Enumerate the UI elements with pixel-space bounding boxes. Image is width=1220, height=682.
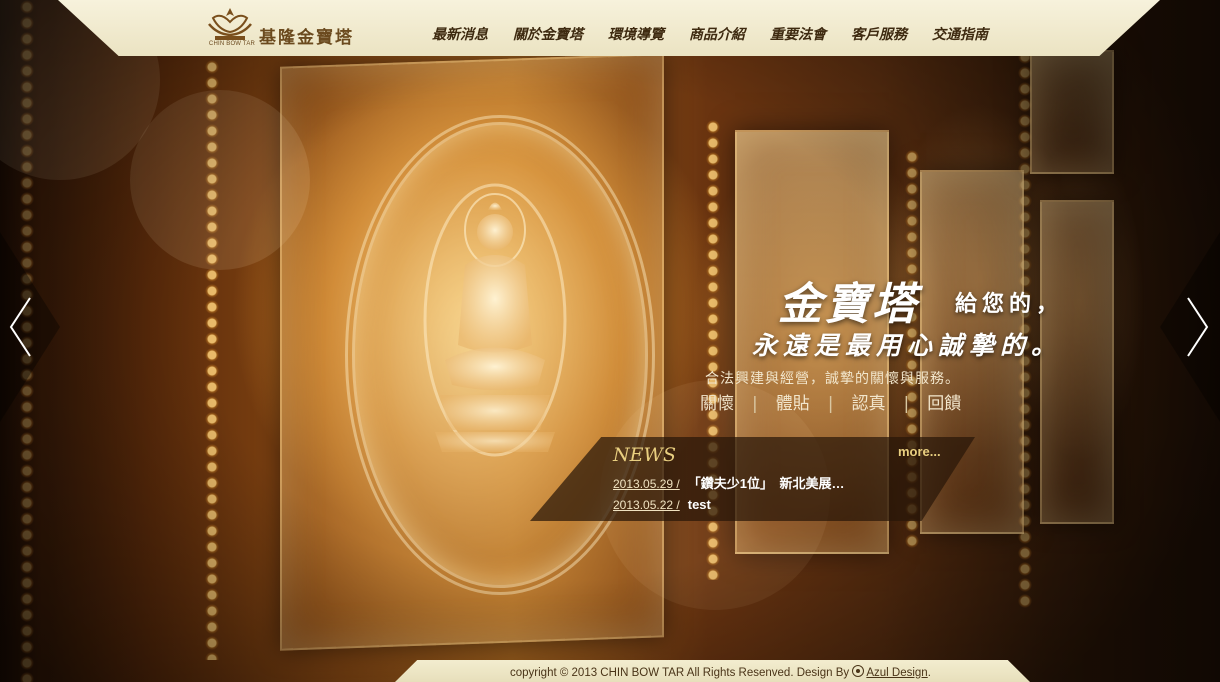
nav-item-news[interactable]: 最新消息 bbox=[432, 24, 488, 44]
nav-item-traffic[interactable]: 交通指南 bbox=[932, 24, 988, 44]
nav-item-about[interactable]: 關於金寶塔 bbox=[513, 24, 583, 44]
designer-link[interactable]: Azul Design bbox=[866, 667, 927, 679]
buddha-figure-icon bbox=[423, 183, 567, 457]
separator: | bbox=[903, 394, 910, 414]
hero-stage: CHIN BOW TAR 基隆金寶塔 最新消息 關於金寶塔 環境導覽 商品介紹 … bbox=[0, 0, 1220, 682]
news-title: NEWS bbox=[613, 444, 677, 466]
bokeh-light bbox=[130, 90, 310, 270]
hero-description: 合法興建與經營，誠摯的關懷與服務。 bbox=[705, 371, 960, 387]
nav-item-tour[interactable]: 環境導覽 bbox=[608, 24, 664, 44]
site-logo[interactable]: CHIN BOW TAR 基隆金寶塔 bbox=[207, 4, 357, 48]
separator: | bbox=[827, 394, 834, 414]
separator: | bbox=[752, 394, 758, 414]
niche-panel bbox=[1030, 50, 1114, 174]
nav-item-service[interactable]: 客戶服務 bbox=[851, 24, 907, 44]
logo-text: 基隆金寶塔 bbox=[259, 28, 354, 48]
news-link[interactable]: test bbox=[688, 497, 711, 512]
nav-item-products[interactable]: 商品介紹 bbox=[689, 24, 745, 44]
value-consideration: 體貼 bbox=[775, 394, 810, 414]
hero-title: 金寶塔 bbox=[778, 279, 919, 330]
news-link[interactable]: 「鑽夫少1位」 新北美展… bbox=[688, 476, 845, 491]
hero-tagline: 永遠是最用心誠摯的。 bbox=[752, 331, 1063, 360]
value-giving-back: 回饋 bbox=[927, 394, 962, 414]
news-item: 2013.05.29 / 「鑽夫少1位」 新北美展… bbox=[613, 473, 844, 492]
news-date: 2013.05.22 / bbox=[613, 498, 680, 512]
news-date: 2013.05.29 / bbox=[613, 477, 680, 491]
hero-values: 關懷 | 體貼 | 認真 | 回饋 bbox=[700, 389, 961, 414]
niche-panel bbox=[1040, 200, 1114, 524]
lotus-logo-icon bbox=[208, 8, 252, 40]
main-nav: 最新消息 關於金寶塔 環境導覽 商品介紹 重要法會 客戶服務 交通指南 bbox=[432, 24, 1013, 44]
logo-subtext: CHIN BOW TAR bbox=[208, 41, 256, 47]
azul-logo-icon bbox=[852, 665, 865, 677]
chevron-right-icon[interactable] bbox=[1186, 296, 1210, 358]
news-more-link[interactable]: more... bbox=[898, 444, 941, 459]
chevron-left-icon[interactable] bbox=[8, 296, 32, 358]
copyright-text: copyright © 2013 CHIN BOW TAR All Rights… bbox=[510, 667, 850, 679]
nav-item-ceremonies[interactable]: 重要法會 bbox=[770, 24, 826, 44]
news-item: 2013.05.22 / test bbox=[613, 497, 711, 512]
hero-title-suffix: 給您的， bbox=[955, 291, 1064, 317]
value-care: 關懷 bbox=[700, 394, 734, 414]
value-diligence: 認真 bbox=[851, 394, 886, 414]
footer-trailing: . bbox=[927, 667, 931, 679]
footer-copyright: copyright © 2013 CHIN BOW TAR All Rights… bbox=[510, 665, 931, 679]
